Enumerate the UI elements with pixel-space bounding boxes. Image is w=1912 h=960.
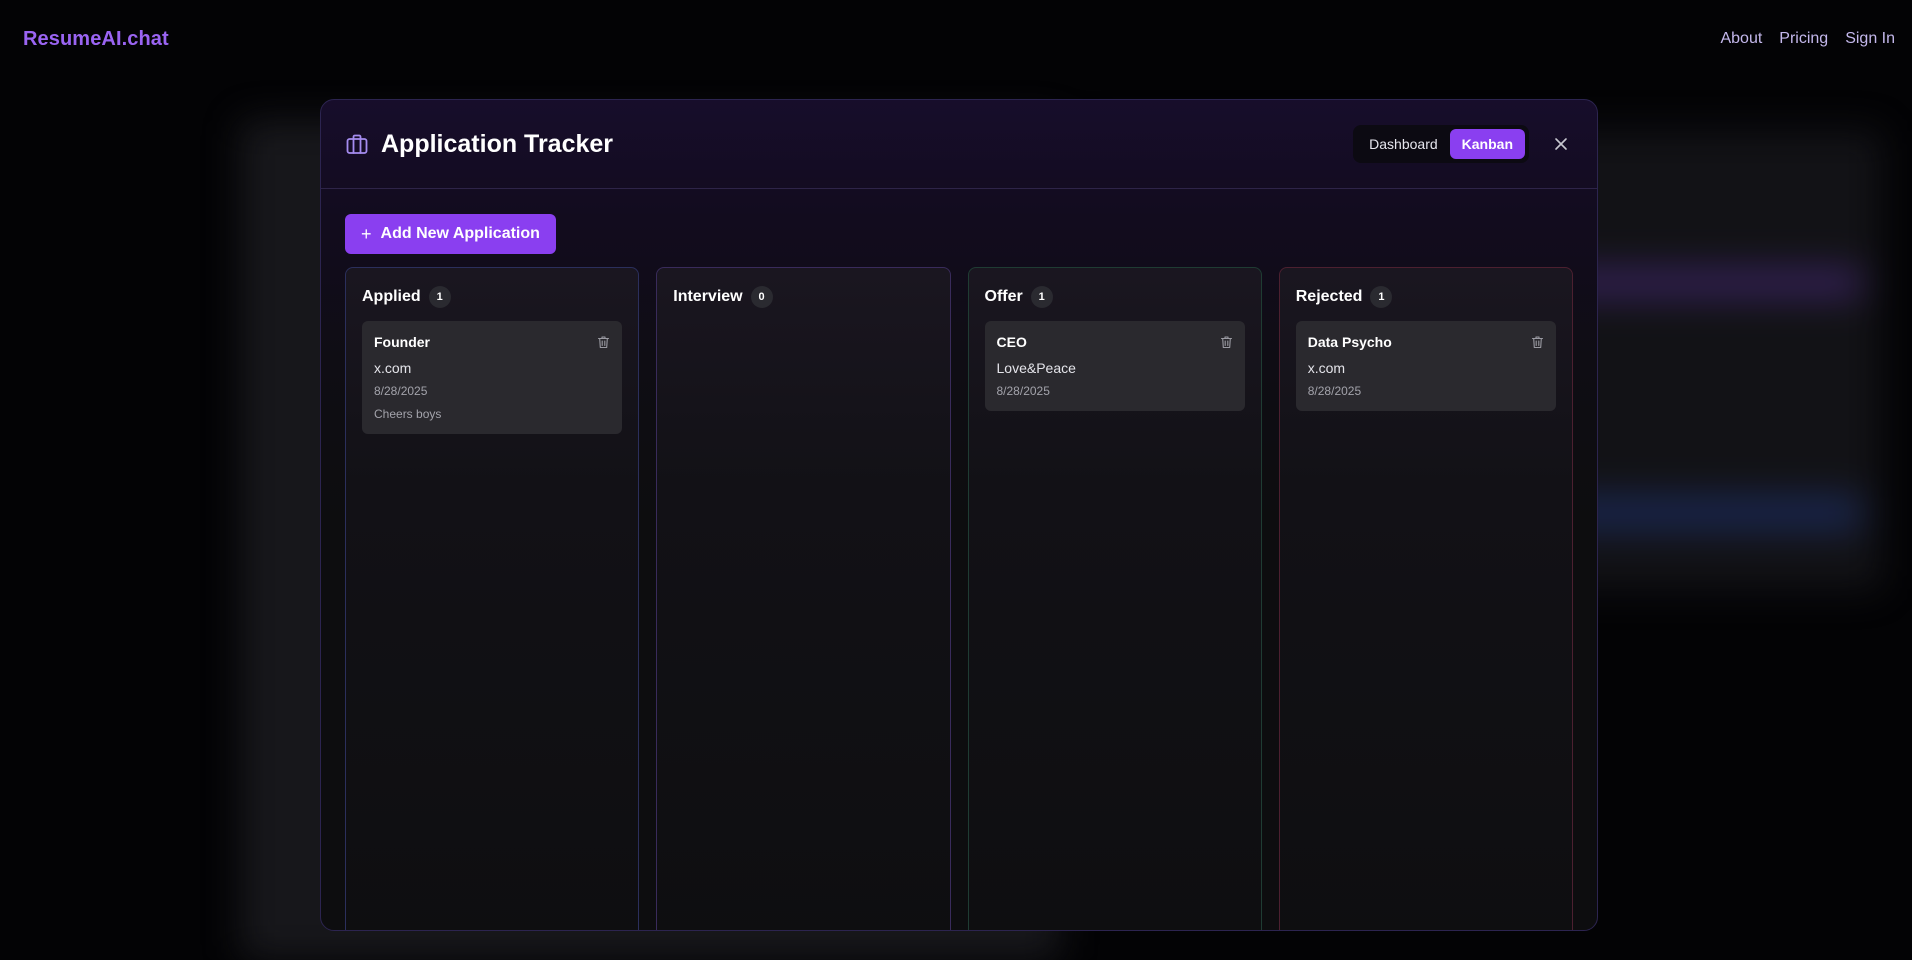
briefcase-icon bbox=[345, 132, 369, 156]
kanban-board: Applied 1 Founder x.com 8/28/2025 Cheers… bbox=[345, 267, 1573, 930]
card-company: x.com bbox=[374, 360, 412, 376]
trash-icon[interactable] bbox=[597, 335, 610, 349]
application-card[interactable]: CEO Love&Peace 8/28/2025 bbox=[984, 321, 1245, 411]
card-date: 8/28/2025 bbox=[1307, 384, 1362, 398]
add-application-button[interactable]: + Add New Application bbox=[345, 214, 556, 254]
column-offer: Offer 1 CEO Love&Peace 8/28/2025 bbox=[967, 267, 1262, 930]
close-icon bbox=[1555, 138, 1567, 150]
column-count-badge: 1 bbox=[428, 286, 451, 308]
plus-icon: + bbox=[361, 224, 372, 244]
card-note: Cheers boys bbox=[374, 407, 442, 421]
card-header: Founder bbox=[374, 333, 610, 351]
card-company: x.com bbox=[1307, 360, 1346, 376]
column-header: Offer 1 bbox=[985, 284, 1245, 310]
card-date: 8/28/2025 bbox=[996, 384, 1050, 398]
column-count-badge: 0 bbox=[750, 286, 773, 308]
column-rejected: Rejected 1 Data Psycho x.com 8/28/2025 bbox=[1278, 267, 1573, 930]
modal-title: Application Tracker bbox=[381, 129, 614, 158]
application-card[interactable]: Founder x.com 8/28/2025 Cheers boys bbox=[362, 321, 623, 434]
card-date: 8/28/2025 bbox=[374, 384, 428, 398]
modal-header: Application Tracker Dashboard Kanban bbox=[321, 100, 1597, 189]
card-header: Data Psycho bbox=[1308, 333, 1544, 351]
nav-link-about[interactable]: About bbox=[1720, 30, 1762, 48]
application-tracker-modal: Application Tracker Dashboard Kanban + A… bbox=[320, 99, 1598, 931]
column-applied: Applied 1 Founder x.com 8/28/2025 Cheers… bbox=[345, 267, 640, 930]
column-title: Applied bbox=[362, 288, 421, 305]
modal-body: + Add New Application Applied 1 Founder bbox=[321, 189, 1597, 930]
top-nav: ResumeAI.chat About Pricing Sign In bbox=[0, 0, 1912, 78]
column-header: Interview 0 bbox=[673, 284, 933, 310]
add-application-label: Add New Application bbox=[380, 225, 540, 242]
card-header: CEO bbox=[997, 333, 1233, 351]
column-count-badge: 1 bbox=[1030, 286, 1053, 308]
column-header: Applied 1 bbox=[362, 284, 622, 310]
brand-logo[interactable]: ResumeAI.chat bbox=[23, 28, 169, 51]
nav-links: About Pricing Sign In bbox=[1720, 30, 1895, 48]
nav-link-pricing[interactable]: Pricing bbox=[1779, 30, 1828, 48]
card-company: Love&Peace bbox=[996, 360, 1076, 376]
column-interview: Interview 0 bbox=[656, 267, 951, 930]
column-title: Interview bbox=[673, 288, 743, 305]
trash-icon[interactable] bbox=[1531, 335, 1544, 349]
column-title: Offer bbox=[984, 288, 1023, 305]
column-header: Rejected 1 bbox=[1296, 284, 1556, 310]
close-button[interactable] bbox=[1549, 132, 1573, 156]
nav-link-sign-in[interactable]: Sign In bbox=[1845, 30, 1895, 48]
card-role: Data Psycho bbox=[1307, 334, 1392, 350]
column-title: Rejected bbox=[1295, 288, 1363, 305]
card-role: Founder bbox=[374, 334, 430, 350]
tab-kanban[interactable]: Kanban bbox=[1449, 129, 1525, 159]
view-toggle: Dashboard Kanban bbox=[1353, 125, 1529, 163]
tab-dashboard[interactable]: Dashboard bbox=[1357, 129, 1450, 159]
application-card[interactable]: Data Psycho x.com 8/28/2025 bbox=[1295, 321, 1556, 411]
card-role: CEO bbox=[996, 334, 1027, 350]
column-count-badge: 1 bbox=[1370, 286, 1393, 308]
trash-icon[interactable] bbox=[1220, 335, 1233, 349]
